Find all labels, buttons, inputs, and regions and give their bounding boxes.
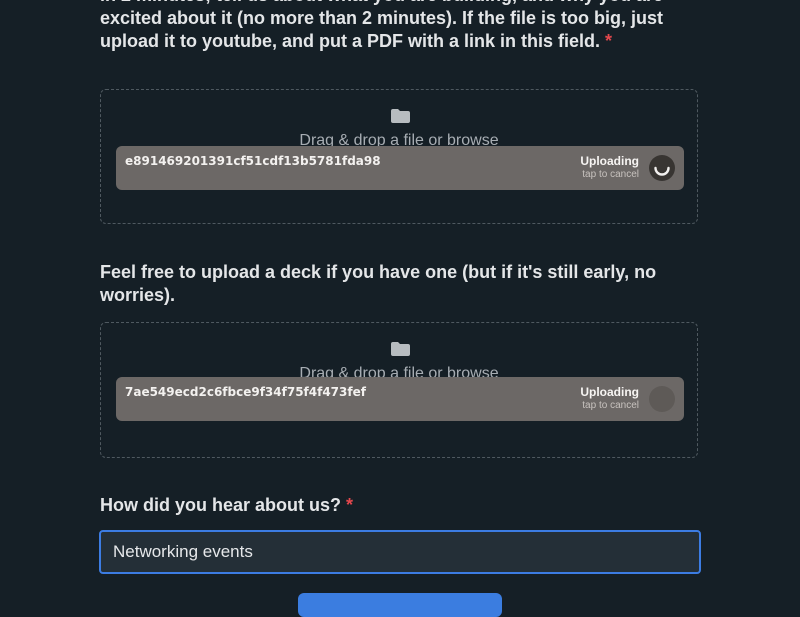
- file-upload-item: e891469201391cf51cdf13b5781fda98 Uploadi…: [116, 146, 684, 190]
- required-marker: *: [346, 495, 354, 515]
- required-marker: *: [605, 31, 613, 51]
- deck-question-label: Feel free to upload a deck if you have o…: [100, 262, 657, 305]
- submit-button[interactable]: [298, 593, 502, 617]
- deck-dropzone[interactable]: Drag & drop a file or browse 7ae549ecd2c…: [100, 322, 698, 458]
- folder-icon: [391, 109, 410, 123]
- spinner-icon: [649, 155, 675, 181]
- folder-icon: [391, 342, 410, 356]
- cancel-hint[interactable]: tap to cancel: [580, 399, 639, 412]
- upload-status[interactable]: Uploading tap to cancel: [580, 155, 639, 181]
- video-question-text: in 2 minutes; tell us about what you are…: [100, 0, 664, 51]
- referral-question-text: How did you hear about us?: [100, 495, 342, 515]
- upload-status-label: Uploading: [580, 385, 639, 399]
- referral-question-label: How did you hear about us? *: [100, 494, 353, 517]
- spinner-icon: [649, 386, 675, 412]
- cancel-hint[interactable]: tap to cancel: [580, 168, 639, 181]
- file-name: 7ae549ecd2c6fbce9f34f75f4f473fef: [125, 385, 366, 399]
- file-upload-item: 7ae549ecd2c6fbce9f34f75f4f473fef Uploadi…: [116, 377, 684, 421]
- file-name: e891469201391cf51cdf13b5781fda98: [125, 154, 381, 168]
- upload-status-label: Uploading: [580, 154, 639, 168]
- video-dropzone[interactable]: Drag & drop a file or browse e8914692013…: [100, 89, 698, 224]
- upload-status[interactable]: Uploading tap to cancel: [580, 386, 639, 412]
- video-question-label: in 2 minutes; tell us about what you are…: [100, 0, 710, 53]
- referral-input[interactable]: [99, 530, 701, 574]
